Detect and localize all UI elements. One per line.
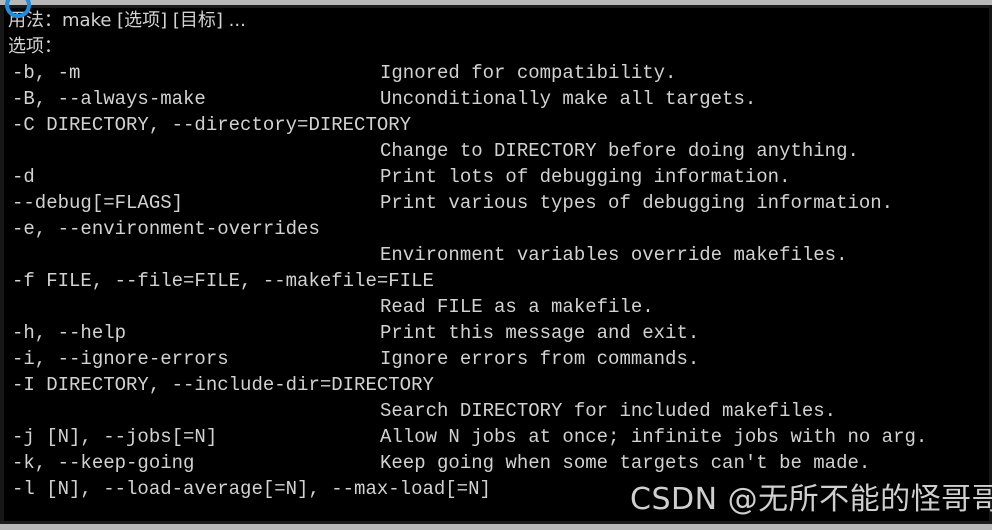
option-description: Change to DIRECTORY before doing anythin… <box>380 140 859 162</box>
option-line: --debug[=FLAGS] Print various types of de… <box>4 190 989 216</box>
option-description: Print this message and exit. <box>380 322 700 344</box>
option-line: -i, --ignore-errors Ignore errors from co… <box>4 346 989 372</box>
option-line: -h, --help Print this message and exit. <box>4 320 989 346</box>
option-line: -k, --keep-going Keep going when some tar… <box>4 450 989 476</box>
terminal-output-area[interactable]: 用法：make [选项] [目标] ... 选项： -b, -m Ignored … <box>4 8 989 522</box>
option-line: Read FILE as a makefile. <box>4 294 989 320</box>
option-description: Print lots of debugging information. <box>380 166 791 188</box>
option-description: Ignored for compatibility. <box>380 62 677 84</box>
option-line: -C DIRECTORY, --directory=DIRECTORY <box>4 112 989 138</box>
option-line: -f FILE, --file=FILE, --makefile=FILE <box>4 268 989 294</box>
option-flags: -k, --keep-going <box>12 452 195 474</box>
option-description: Environment variables override makefiles… <box>380 244 848 266</box>
option-flags: -l [N], --load-average[=N], --max-load[=… <box>12 478 491 500</box>
option-description: Allow N jobs at once; infinite jobs with… <box>380 426 928 448</box>
option-flags: -e, --environment-overrides <box>12 218 320 240</box>
option-flags: -b, -m <box>12 62 81 84</box>
option-flags: -I DIRECTORY, --include-dir=DIRECTORY <box>12 374 434 396</box>
option-flags: -f FILE, --file=FILE, --makefile=FILE <box>12 270 434 292</box>
window-left-edge <box>0 0 4 530</box>
window-top-bezel <box>0 5 992 8</box>
window-bottom-chrome <box>0 524 992 530</box>
options-header-text: 选项： <box>8 36 62 57</box>
option-flags: -h, --help <box>12 322 127 344</box>
option-flags: --debug[=FLAGS] <box>12 192 184 214</box>
option-description: Read FILE as a makefile. <box>380 296 654 318</box>
option-line: -B, --always-make Unconditionally make al… <box>4 86 989 112</box>
option-flags: -j [N], --jobs[=N] <box>12 426 218 448</box>
option-line-list: -b, -m Ignored for compatibility. -B, --al… <box>4 60 989 502</box>
option-line: -d Print lots of debugging information. <box>4 164 989 190</box>
option-line: -b, -m Ignored for compatibility. <box>4 60 989 86</box>
option-description: Ignore errors from commands. <box>380 348 700 370</box>
option-line: -j [N], --jobs[=N] Allow N jobs at once; … <box>4 424 989 450</box>
option-flags: -i, --ignore-errors <box>12 348 229 370</box>
options-header-line: 选项： <box>4 34 989 60</box>
option-flags: -C DIRECTORY, --directory=DIRECTORY <box>12 114 412 136</box>
option-line: Search DIRECTORY for included makefiles. <box>4 398 989 424</box>
option-description: Keep going when some targets can't be ma… <box>380 452 871 474</box>
option-flags: -B, --always-make <box>12 88 206 110</box>
option-description: Print various types of debugging informa… <box>380 192 894 214</box>
option-line: Change to DIRECTORY before doing anythin… <box>4 138 989 164</box>
usage-line: 用法：make [选项] [目标] ... <box>4 8 989 34</box>
option-line: -e, --environment-overrides <box>4 216 989 242</box>
csdn-watermark: CSDN @无所不能的怪哥哥 <box>630 482 992 517</box>
window-top-chrome <box>0 0 992 5</box>
option-description: Unconditionally make all targets. <box>380 88 757 110</box>
option-flags: -d <box>12 166 35 188</box>
usage-text: 用法：make [选项] [目标] ... <box>8 10 246 31</box>
option-line: -I DIRECTORY, --include-dir=DIRECTORY <box>4 372 989 398</box>
option-line: Environment variables override makefiles… <box>4 242 989 268</box>
option-description: Search DIRECTORY for included makefiles. <box>380 400 837 422</box>
terminal-window: 用法：make [选项] [目标] ... 选项： -b, -m Ignored … <box>0 0 992 530</box>
